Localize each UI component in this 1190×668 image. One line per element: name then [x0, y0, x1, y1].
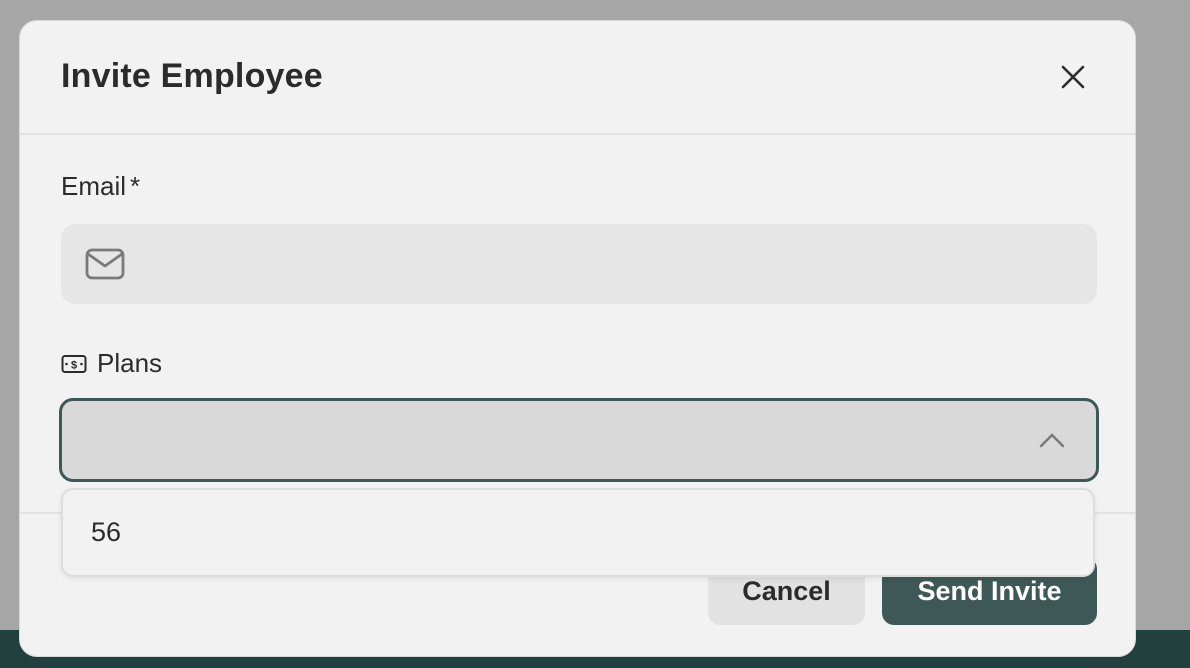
required-marker: * — [130, 171, 141, 201]
email-input[interactable] — [143, 224, 1087, 306]
dialog-title: Invite Employee — [61, 57, 323, 95]
plans-label-text: Plans — [97, 348, 163, 378]
email-field[interactable] — [61, 224, 1097, 306]
close-icon — [1061, 65, 1085, 89]
mail-icon — [85, 248, 125, 280]
chevron-up-icon — [1039, 433, 1065, 448]
plans-dropdown-menu: 56 — [61, 488, 1095, 577]
money-icon: $ — [61, 354, 87, 373]
email-label: Email * — [61, 171, 140, 202]
plans-option[interactable]: 56 — [63, 490, 1093, 575]
close-button[interactable] — [1055, 59, 1091, 95]
plans-select[interactable] — [59, 398, 1099, 482]
plans-label: $ Plans — [61, 348, 162, 379]
email-label-text: Email — [61, 171, 127, 201]
svg-text:$: $ — [71, 359, 77, 371]
dialog-header: Invite Employee — [20, 21, 1135, 135]
